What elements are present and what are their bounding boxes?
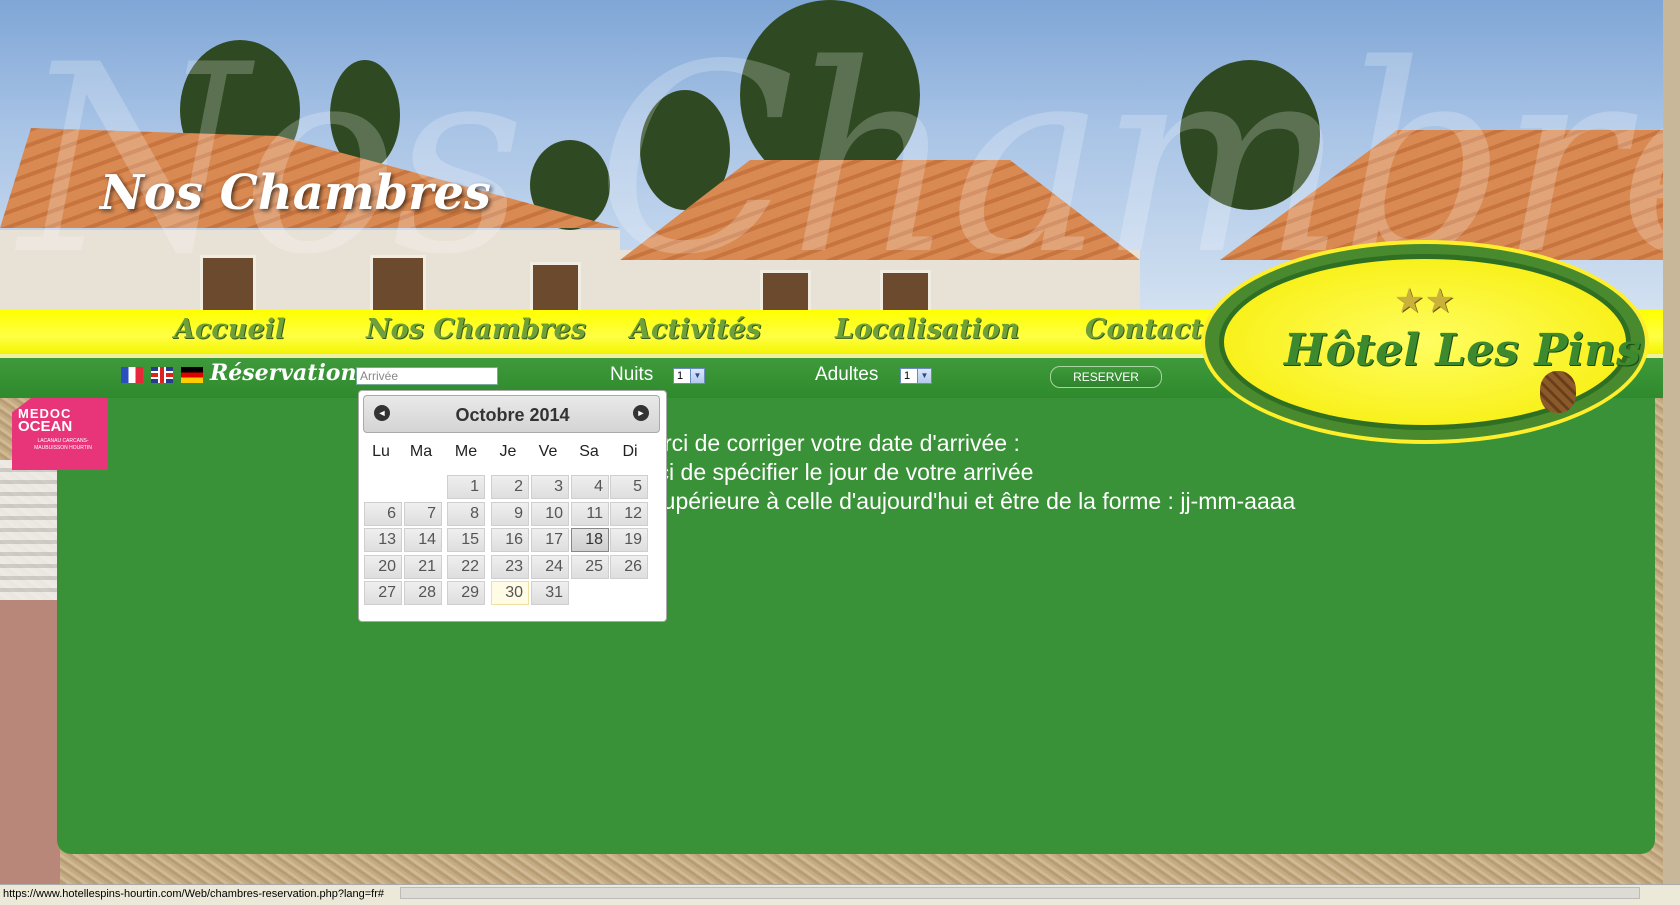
datepicker-month-title: Octobre 2014	[455, 405, 570, 425]
calendar-day[interactable]: 6	[364, 501, 402, 526]
medoc-ocean-badge[interactable]: MEDOC OCEAN LACANAU CARCANS-MAUBUISSON H…	[12, 398, 108, 470]
weekday-header: Me	[454, 443, 478, 460]
pine-cone-icon	[1540, 371, 1576, 413]
nights-select[interactable]: 1 ▼	[673, 368, 705, 384]
arrival-date-input[interactable]: Arrivée	[356, 367, 498, 385]
sun-loungers-decoration	[0, 460, 60, 610]
calendar-day[interactable]: 19	[610, 528, 648, 552]
adults-value: 1	[904, 370, 911, 382]
next-month-icon[interactable]: ►	[633, 405, 649, 421]
nav-contact[interactable]: Contact	[1085, 314, 1203, 345]
nav-nos-chambres[interactable]: Nos Chambres	[366, 314, 586, 345]
calendar-day[interactable]: 28	[404, 581, 442, 605]
german-flag-icon[interactable]	[181, 367, 203, 383]
calendar-day[interactable]: 26	[610, 554, 648, 579]
calendar-day[interactable]: 13	[364, 528, 402, 552]
reservation-label: Réservation	[210, 360, 357, 386]
calendar-day[interactable]: 30	[491, 581, 529, 605]
error-message: Merci de corriger votre date d'arrivée :	[632, 430, 1020, 456]
calendar-day[interactable]: 15	[447, 528, 485, 552]
logo-inner: ★★ Hôtel Les Pins	[1219, 254, 1641, 430]
calendar-day[interactable]: 20	[364, 554, 402, 579]
chevron-down-icon[interactable]: ▼	[917, 369, 931, 383]
weekday-header: Sa	[579, 443, 599, 460]
chevron-down-icon[interactable]: ▼	[690, 369, 704, 383]
nav-localisation[interactable]: Localisation	[835, 314, 1020, 345]
weekday-header: Di	[622, 443, 638, 460]
adults-label: Adultes	[815, 364, 879, 385]
datepicker: Octobre 2014 ◄ ► Lu Ma Me Je Ve Sa Di 1 2 3 4 5 6 7 8 9…	[358, 390, 667, 622]
weekday-header: Ma	[409, 443, 433, 460]
status-url: https://www.hotellespins-hourtin.com/Web…	[3, 888, 385, 900]
page-title: Nos Chambres	[100, 165, 492, 221]
calendar-day[interactable]: 11	[571, 501, 609, 526]
calendar-day[interactable]: 9	[491, 501, 529, 526]
calendar-day[interactable]: 10	[531, 501, 569, 526]
calendar-day[interactable]: 4	[571, 475, 609, 499]
weekday-header: Ve	[538, 443, 558, 460]
nights-value: 1	[677, 370, 684, 382]
hotel-logo[interactable]: ★★ Hôtel Les Pins	[1205, 244, 1645, 440]
nav-accueil[interactable]: Accueil	[174, 314, 285, 345]
calendar-day[interactable]: 21	[404, 554, 442, 579]
calendar-day[interactable]: 25	[571, 554, 609, 579]
logo-text: Hôtel Les Pins	[1284, 325, 1641, 376]
calendar-day[interactable]: 1	[447, 475, 485, 499]
calendar-day[interactable]: 3	[531, 475, 569, 499]
calendar-day[interactable]: 12	[610, 501, 648, 526]
english-flag-icon[interactable]	[151, 367, 173, 383]
status-bar: https://www.hotellespins-hourtin.com/Web…	[0, 884, 1680, 905]
page: Nos Chambres Nos Chambres Accueil Nos Ch…	[0, 0, 1663, 888]
badge-line3: LACANAU CARCANS-MAUBUISSON HOURTIN	[34, 438, 92, 451]
error-message: e supérieure à celle d'aujourd'hui et êt…	[632, 488, 1296, 514]
nav-activites[interactable]: Activités	[630, 314, 761, 345]
pathway-decoration	[0, 600, 60, 888]
calendar-day[interactable]: 5	[610, 475, 648, 499]
calendar-day[interactable]: 31	[531, 581, 569, 605]
weekday-header: Je	[499, 443, 517, 460]
nights-label: Nuits	[610, 364, 654, 385]
horizontal-scrollbar[interactable]	[400, 887, 1640, 899]
reserve-button[interactable]: RESERVER	[1050, 366, 1162, 388]
calendar-day[interactable]: 2	[491, 475, 529, 499]
calendar-day[interactable]: 23	[491, 554, 529, 579]
calendar-day[interactable]: 18	[571, 528, 609, 552]
error-message: lerci de spécifier le jour de votre arri…	[632, 459, 1034, 485]
calendar-day[interactable]: 24	[531, 554, 569, 579]
calendar-day[interactable]: 29	[447, 581, 485, 605]
weekday-header: Lu	[372, 443, 390, 460]
calendar-day[interactable]: 16	[491, 528, 529, 552]
prev-month-icon[interactable]: ◄	[374, 405, 390, 421]
calendar-day[interactable]: 8	[447, 501, 485, 526]
badge-line2: OCEAN	[18, 418, 73, 435]
calendar-day[interactable]: 14	[404, 528, 442, 552]
calendar-day[interactable]: 22	[447, 554, 485, 579]
calendar-day[interactable]: 17	[531, 528, 569, 552]
star-icon: ★★	[1394, 281, 1455, 321]
calendar-day[interactable]: 7	[404, 501, 442, 526]
datepicker-header: Octobre 2014 ◄ ►	[363, 395, 660, 433]
adults-select[interactable]: 1 ▼	[900, 368, 932, 384]
french-flag-icon[interactable]	[121, 367, 143, 383]
calendar-day[interactable]: 27	[364, 581, 402, 605]
